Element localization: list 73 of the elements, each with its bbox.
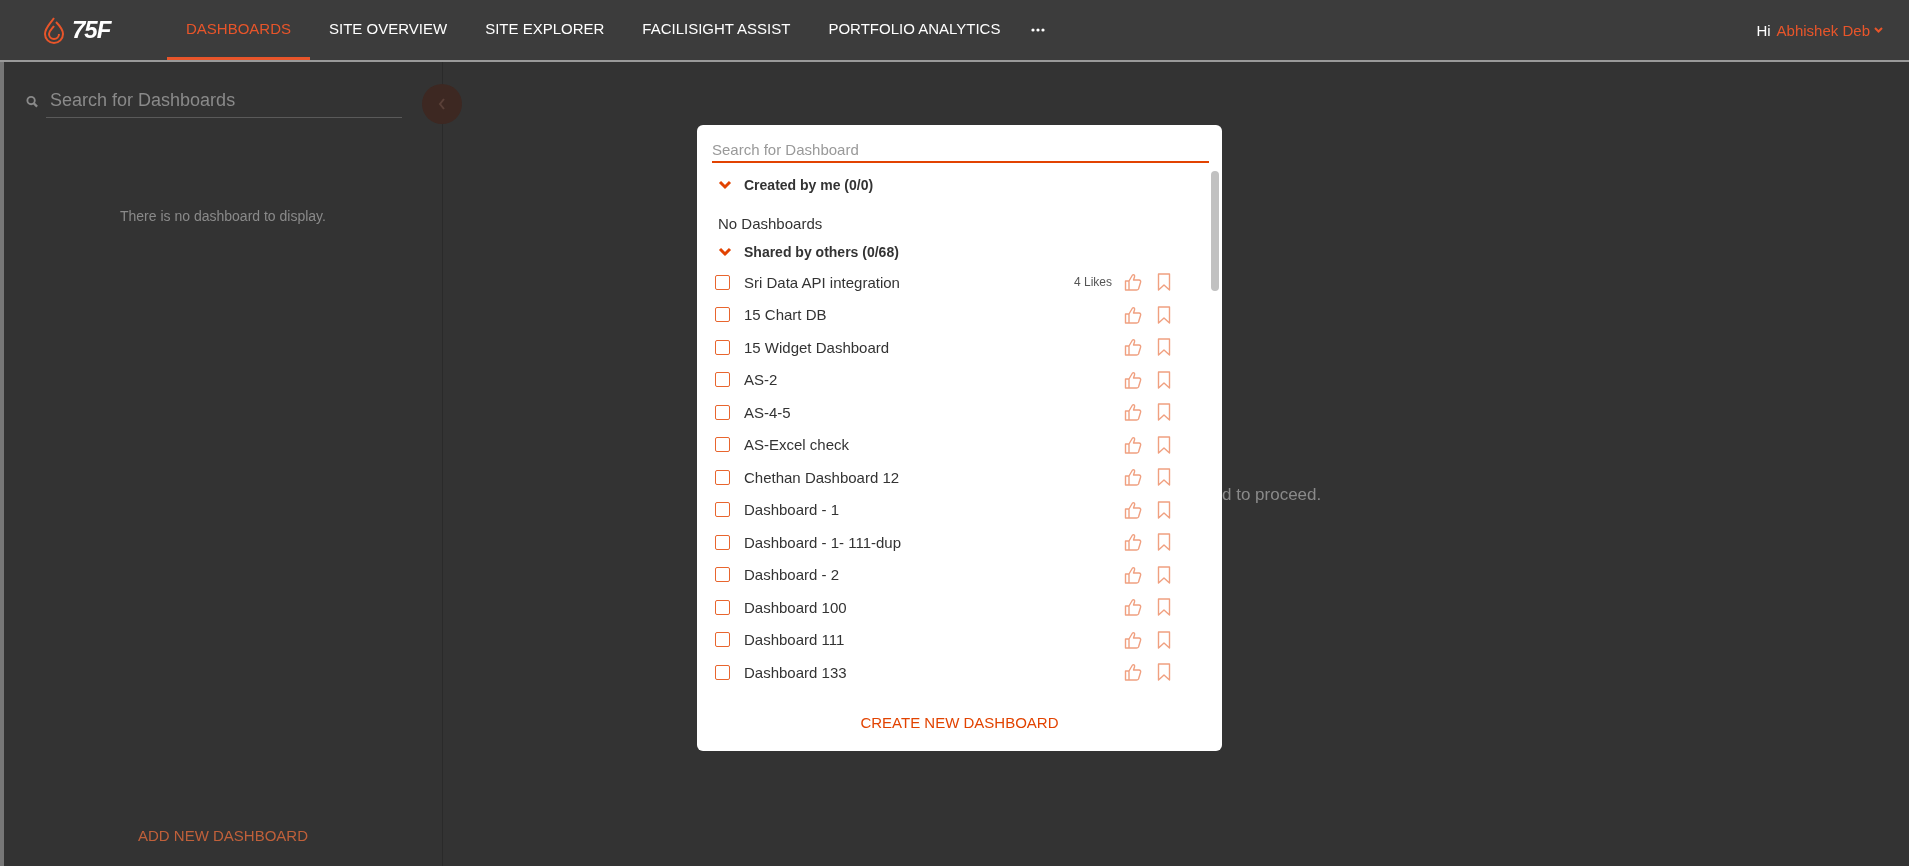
dashboard-name[interactable]: Dashboard 111 — [744, 631, 1124, 649]
dashboard-name[interactable]: Chethan Dashboard 12 — [744, 468, 1124, 486]
dashboard-name[interactable]: Dashboard 133 — [744, 663, 1124, 681]
thumbs-up-icon[interactable] — [1124, 630, 1142, 649]
bookmark-icon[interactable] — [1157, 630, 1171, 649]
thumbs-up-icon[interactable] — [1124, 370, 1142, 389]
collapse-button[interactable] — [422, 84, 462, 124]
nav-tab[interactable]: FACILISIGHT ASSIST — [623, 0, 810, 60]
drop-logo-icon — [42, 16, 66, 44]
checkbox[interactable] — [715, 469, 730, 485]
empty-message: There is no dashboard to display. — [119, 208, 327, 224]
bookmark-icon[interactable] — [1157, 305, 1171, 324]
thumbs-up-icon[interactable] — [1124, 663, 1142, 682]
bookmark-icon[interactable] — [1157, 598, 1171, 617]
checkbox[interactable] — [715, 567, 730, 583]
nav-tab[interactable]: PORTFOLIO ANALYTICS — [809, 0, 1020, 60]
bookmark-icon[interactable] — [1157, 565, 1171, 584]
checkbox[interactable] — [715, 307, 730, 323]
search-icon — [26, 94, 39, 108]
bookmark-icon[interactable] — [1157, 338, 1171, 357]
greeting-text: Hi — [1756, 21, 1771, 39]
thumbs-up-icon[interactable] — [1124, 533, 1142, 552]
dashboard-name[interactable]: Dashboard - 1 — [744, 501, 1124, 519]
create-dashboard-link[interactable]: CREATE NEW DASHBOARD — [860, 714, 1059, 731]
logo-text: 75F — [72, 16, 111, 44]
nav-tab[interactable]: SITE EXPLORER — [466, 0, 624, 60]
scrollbar-thumb[interactable] — [1211, 171, 1219, 291]
checkbox[interactable] — [715, 437, 730, 453]
thumbs-up-icon[interactable] — [1124, 273, 1142, 292]
dashboard-name[interactable]: Dashboard - 2 — [744, 566, 1124, 584]
checkbox[interactable] — [715, 404, 730, 420]
checkbox[interactable] — [715, 339, 730, 355]
bookmark-icon[interactable] — [1157, 663, 1171, 682]
checkbox[interactable] — [715, 664, 730, 680]
main-message: d to proceed. — [1222, 485, 1323, 505]
thumbs-up-icon[interactable] — [1124, 598, 1142, 617]
dashboard-name[interactable]: AS-2 — [744, 371, 1124, 389]
thumbs-up-icon[interactable] — [1124, 500, 1142, 519]
bookmark-icon[interactable] — [1157, 403, 1171, 422]
checkbox[interactable] — [715, 274, 730, 290]
section-header[interactable]: Created by me (0/0) — [712, 171, 1211, 199]
nav-tab[interactable]: SITE OVERVIEW — [310, 0, 467, 60]
dashboard-name[interactable]: AS-4-5 — [744, 403, 1124, 421]
checkbox[interactable] — [715, 599, 730, 615]
chevron-left-icon — [438, 98, 446, 110]
sidebar-search-field[interactable]: Search for Dashboards — [46, 84, 402, 118]
thumbs-up-icon[interactable] — [1124, 468, 1142, 487]
likes-count: 4 Likes — [1073, 275, 1112, 290]
more-icon[interactable] — [1031, 28, 1046, 32]
dashboard-name[interactable]: 15 Chart DB — [744, 306, 1124, 324]
bookmark-icon[interactable] — [1157, 500, 1171, 519]
dashboard-name[interactable]: Sri Data API integration — [744, 273, 1074, 291]
thumbs-up-icon[interactable] — [1124, 305, 1142, 324]
checkbox[interactable] — [715, 534, 730, 550]
bookmark-icon[interactable] — [1157, 533, 1171, 552]
bookmark-icon[interactable] — [1157, 468, 1171, 487]
dashboard-name[interactable]: AS-Excel check — [744, 436, 1124, 454]
checkbox[interactable] — [715, 372, 730, 388]
bookmark-icon[interactable] — [1157, 273, 1171, 292]
dashboard-name[interactable]: 15 Widget Dashboard — [744, 338, 1124, 356]
empty-message: No Dashboards — [718, 215, 824, 232]
dashboard-name[interactable]: Dashboard 100 — [744, 598, 1124, 616]
checkbox[interactable] — [715, 502, 730, 518]
bookmark-icon[interactable] — [1157, 435, 1171, 454]
thumbs-up-icon[interactable] — [1124, 403, 1142, 422]
caret-icon — [1874, 27, 1883, 33]
bookmark-icon[interactable] — [1157, 370, 1171, 389]
thumbs-up-icon[interactable] — [1124, 565, 1142, 584]
dashboard-name[interactable]: Dashboard - 1- 111-dup — [744, 533, 1124, 551]
section-header[interactable]: Shared by others (0/68) — [712, 238, 1211, 266]
checkbox[interactable] — [715, 632, 730, 648]
thumbs-up-icon[interactable] — [1124, 435, 1142, 454]
thumbs-up-icon[interactable] — [1124, 338, 1142, 357]
